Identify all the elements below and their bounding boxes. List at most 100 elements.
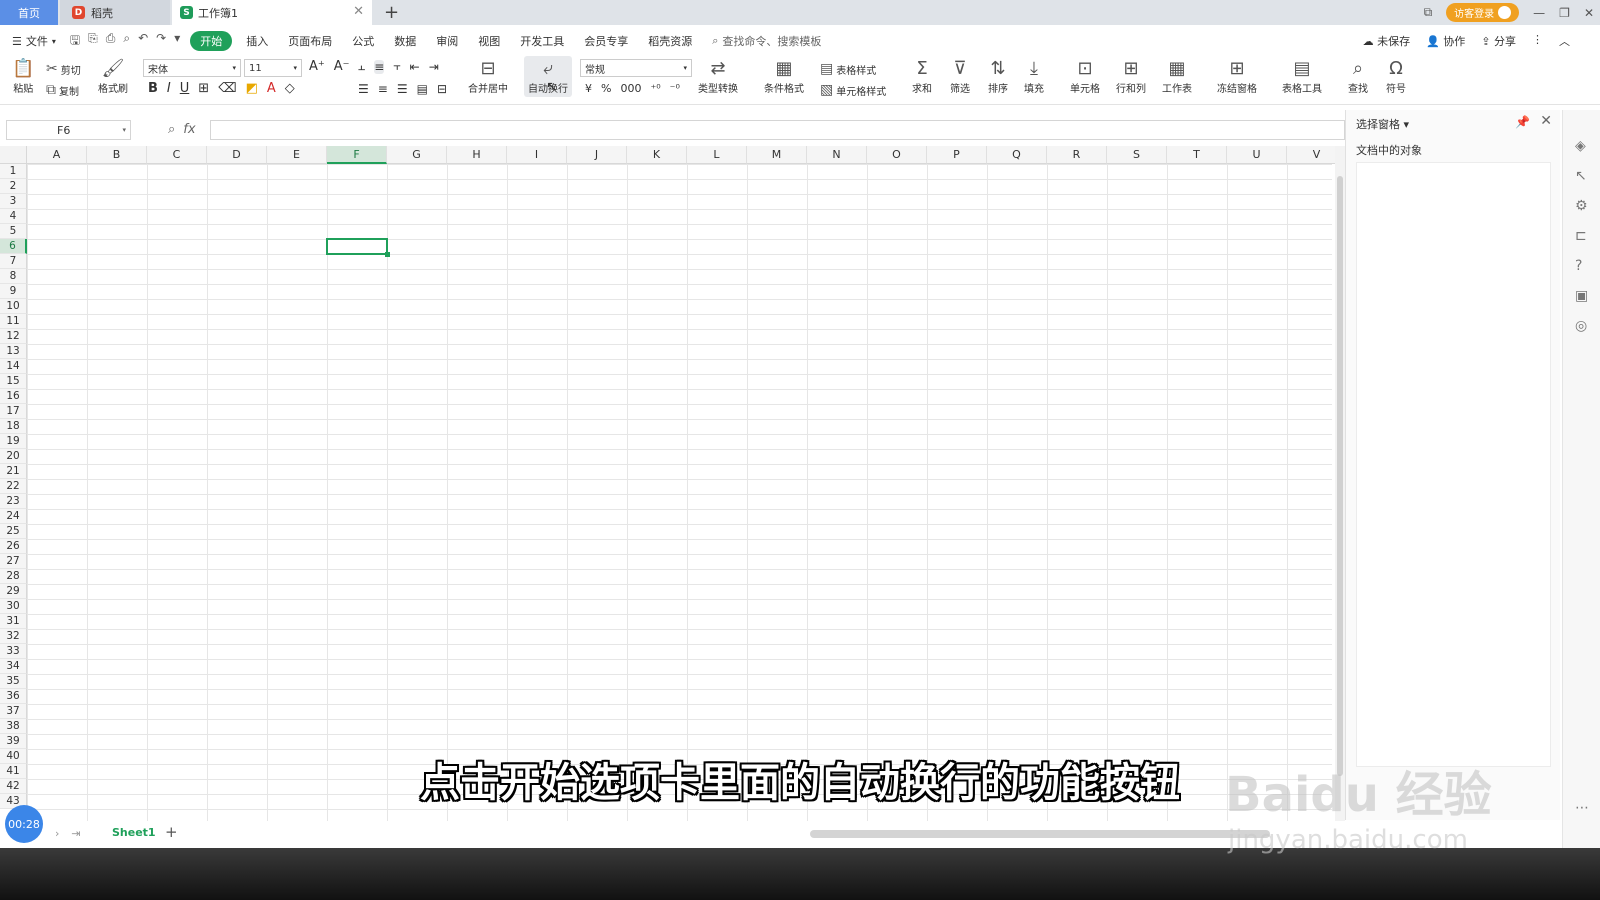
pin-icon[interactable]: 📌 <box>1515 115 1530 129</box>
row-header[interactable]: 21 <box>0 464 27 479</box>
row-header[interactable]: 34 <box>0 659 27 674</box>
font-size-select[interactable]: 11 ▾ <box>244 59 302 77</box>
border-icon[interactable]: ⊞ <box>198 81 209 96</box>
preview-icon[interactable]: ⌕ <box>123 31 130 52</box>
save-icon[interactable]: 🖫 <box>70 31 80 52</box>
row-header[interactable]: 24 <box>0 509 27 524</box>
select-all-corner[interactable] <box>0 146 27 164</box>
spreadsheet-grid[interactable]: ABCDEFGHIJKLMNOPQRSTUV 1 2 3 4 5 6 7 8 9 10 11 12 13… <box>0 146 1335 821</box>
vertical-scroll-thumb[interactable] <box>1337 176 1343 776</box>
column-header[interactable]: V <box>1287 146 1335 164</box>
menu-developer[interactable]: 开发工具 <box>510 33 574 49</box>
number-format-select[interactable]: 常规 ▾ <box>580 59 692 77</box>
undo-icon[interactable]: ↶ <box>138 31 148 52</box>
font-name-select[interactable]: 宋体 ▾ <box>143 59 241 77</box>
column-header[interactable]: R <box>1047 146 1107 164</box>
column-header[interactable]: P <box>927 146 987 164</box>
export-icon[interactable]: ⎘ <box>88 31 98 52</box>
file-menu[interactable]: ☰ 文件 ▾ <box>0 33 64 49</box>
row-header[interactable]: 16 <box>0 389 27 404</box>
row-header[interactable]: 18 <box>0 419 27 434</box>
row-header[interactable]: 36 <box>0 689 27 704</box>
print-icon[interactable]: ⎙ <box>106 31 116 52</box>
last-sheet-icon[interactable]: ⇥ <box>71 827 80 840</box>
row-header[interactable]: 35 <box>0 674 27 689</box>
align-right-icon[interactable]: ☰ <box>397 82 408 96</box>
properties-icon[interactable]: ⚙ <box>1575 198 1588 214</box>
indent-decrease-icon[interactable]: ⇤ <box>410 60 420 74</box>
row-col-button[interactable]: ⊞ 行和列 <box>1116 58 1146 95</box>
row-header[interactable]: 28 <box>0 569 27 584</box>
increase-font-icon[interactable]: A⁺ <box>309 59 325 74</box>
menu-docer-resources[interactable]: 稻壳资源 <box>638 33 702 49</box>
column-header[interactable]: K <box>627 146 687 164</box>
column-header[interactable]: N <box>807 146 867 164</box>
crop-icon[interactable]: ⊏ <box>1575 228 1587 244</box>
image-icon[interactable]: ▣ <box>1575 288 1588 304</box>
column-header[interactable]: D <box>207 146 267 164</box>
selected-cell[interactable] <box>326 238 390 257</box>
merge-center-button[interactable]: ⊟ 合并居中 <box>468 58 508 95</box>
menu-view[interactable]: 视图 <box>468 33 510 49</box>
style-icon[interactable]: ◈ <box>1575 138 1586 154</box>
menu-member[interactable]: 会员专享 <box>574 33 638 49</box>
login-button[interactable]: 访客登录 <box>1446 3 1520 22</box>
align-bottom-icon[interactable]: ⫟ <box>393 59 400 74</box>
column-header[interactable]: F <box>327 146 387 164</box>
add-sheet-button[interactable]: + <box>165 823 178 841</box>
row-header[interactable]: 39 <box>0 734 27 749</box>
row-header[interactable]: 6 <box>0 239 27 254</box>
minimize-icon[interactable]: — <box>1533 6 1545 20</box>
type-convert-button[interactable]: ⇄ 类型转换 <box>698 58 738 95</box>
share-button[interactable]: ⇪ 分享 <box>1481 33 1516 49</box>
align-top-icon[interactable]: ⫠ <box>358 59 365 74</box>
column-header[interactable]: C <box>147 146 207 164</box>
menu-start[interactable]: 开始 <box>190 31 233 51</box>
row-header[interactable]: 14 <box>0 359 27 374</box>
row-header[interactable]: 8 <box>0 269 27 284</box>
clear-icon[interactable]: ◇ <box>285 81 295 96</box>
cell-area[interactable] <box>27 164 1332 821</box>
column-header[interactable]: A <box>27 146 87 164</box>
erase-format-icon[interactable]: ⌫ <box>218 81 236 96</box>
row-header[interactable]: 33 <box>0 644 27 659</box>
currency-icon[interactable]: ¥ <box>585 82 592 95</box>
redo-icon[interactable]: ↷ <box>156 31 166 52</box>
close-icon[interactable]: ✕ <box>1540 113 1552 129</box>
table-tools-button[interactable]: ▤ 表格工具 <box>1282 58 1322 95</box>
format-painter-button[interactable]: 🖌 格式刷 <box>98 58 128 95</box>
row-header[interactable]: 20 <box>0 449 27 464</box>
column-header[interactable]: E <box>267 146 327 164</box>
row-header[interactable]: 25 <box>0 524 27 539</box>
row-header[interactable]: 31 <box>0 614 27 629</box>
font-color-icon[interactable]: A <box>267 81 276 96</box>
column-header[interactable]: B <box>87 146 147 164</box>
row-header[interactable]: 30 <box>0 599 27 614</box>
align-middle-icon[interactable]: ≡ <box>374 59 385 74</box>
row-header[interactable]: 2 <box>0 179 27 194</box>
command-search[interactable]: ⌕ 查找命令、搜索模板 <box>712 33 821 49</box>
column-header[interactable]: L <box>687 146 747 164</box>
column-header[interactable]: U <box>1227 146 1287 164</box>
freeze-panes-button[interactable]: ⊞ 冻结窗格 <box>1217 58 1257 95</box>
sum-button[interactable]: Σ 求和 <box>912 58 932 95</box>
indent-increase-icon[interactable]: ⇥ <box>429 60 439 74</box>
thousands-icon[interactable]: 000 <box>620 82 641 95</box>
underline-icon[interactable]: U <box>180 81 190 96</box>
menu-formula[interactable]: 公式 <box>342 33 384 49</box>
menu-review[interactable]: 审阅 <box>426 33 468 49</box>
row-header[interactable]: 3 <box>0 194 27 209</box>
row-header[interactable]: 22 <box>0 479 27 494</box>
menu-data[interactable]: 数据 <box>384 33 426 49</box>
more-icon[interactable]: ⋮ <box>1532 33 1543 49</box>
increase-decimal-icon[interactable]: ⁺⁰ <box>650 82 660 95</box>
row-header[interactable]: 37 <box>0 704 27 719</box>
row-header[interactable]: 38 <box>0 719 27 734</box>
tab-home[interactable]: 首页 <box>0 0 58 25</box>
decrease-font-icon[interactable]: A⁻ <box>334 59 350 74</box>
column-header[interactable]: T <box>1167 146 1227 164</box>
objects-list[interactable] <box>1356 162 1551 767</box>
name-box[interactable]: F6 ▾ <box>6 120 131 140</box>
column-header[interactable]: H <box>447 146 507 164</box>
restore-icon[interactable]: ❐ <box>1559 6 1570 20</box>
